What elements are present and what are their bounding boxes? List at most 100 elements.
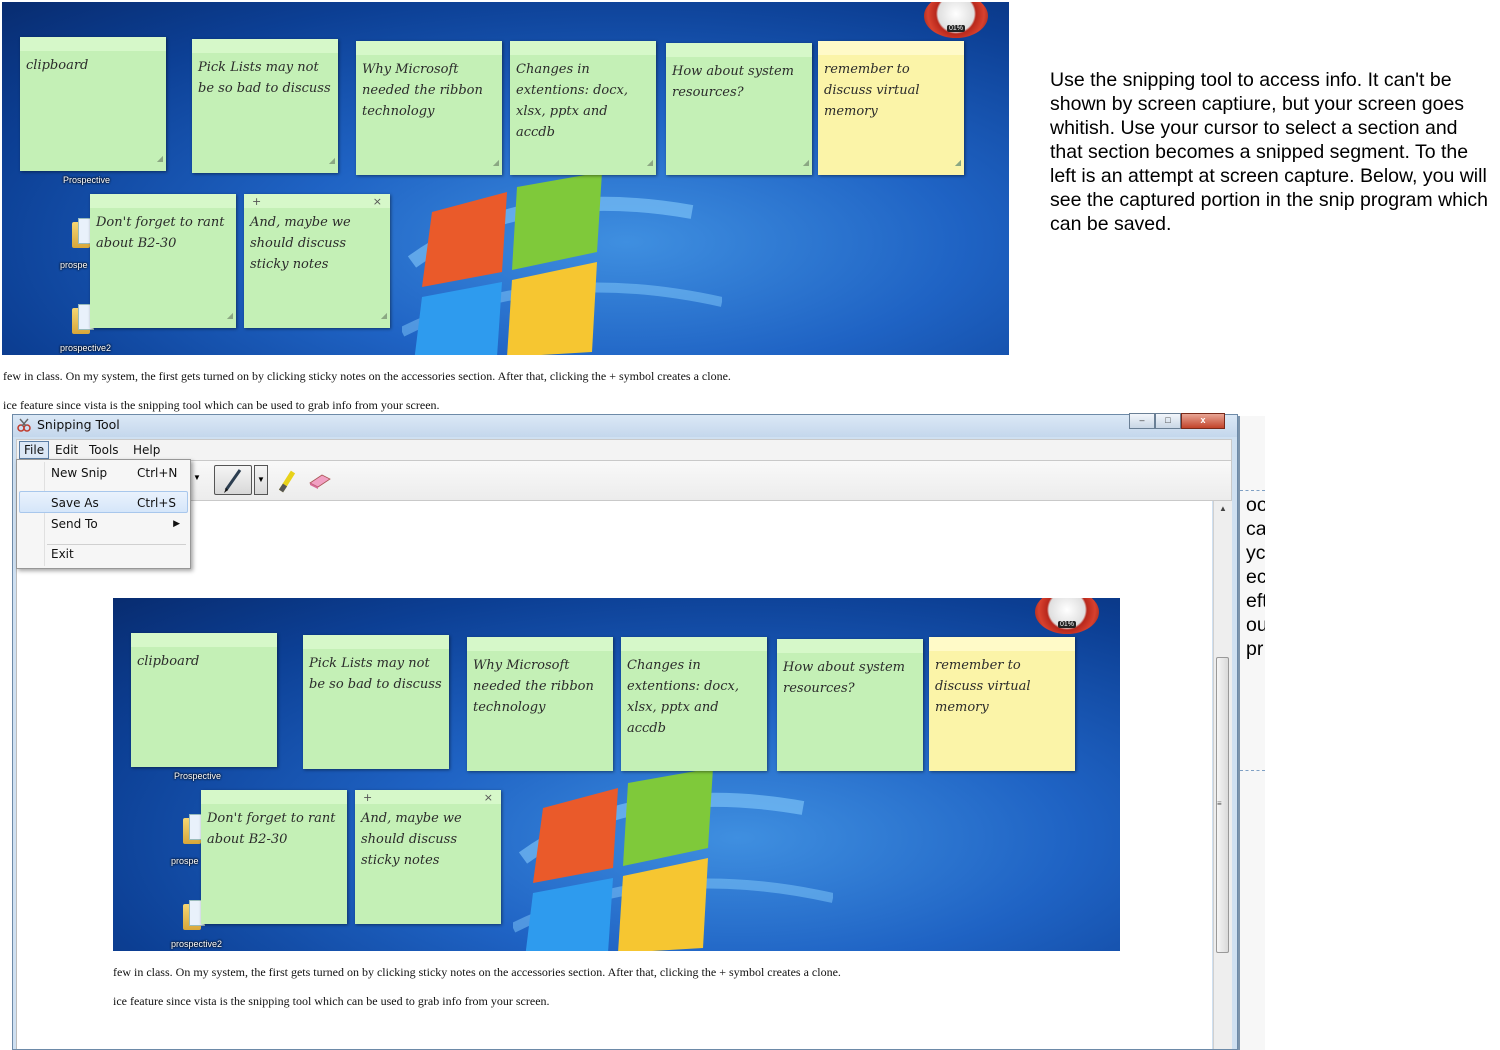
text-fragment: pr [1246, 638, 1264, 660]
new-note-plus-icon: + [363, 791, 373, 804]
menu-file[interactable]: File [19, 441, 50, 459]
sticky-note[interactable]: Pick Lists may not be so bad to discuss … [192, 39, 338, 173]
maximize-button[interactable]: □ [1155, 413, 1181, 429]
cpu-meter-gadget[interactable]: 01% [924, 2, 988, 38]
document-text-line: few in class. On my system, the first ge… [3, 369, 731, 383]
background-document-fragment: oo ca yc ec eft ou pr [1238, 416, 1265, 1050]
pen-dropdown-chevron-icon[interactable]: ▼ [254, 465, 268, 495]
resize-grip-icon[interactable]: ◢ [381, 305, 387, 326]
snip-canvas[interactable]: 01% clipboard Pick Lists may not be so b… [16, 501, 1212, 1049]
sticky-note[interactable]: clipboard ◢ [20, 37, 166, 171]
document-text-line: ice feature since vista is the snipping … [113, 994, 550, 1008]
pen-button[interactable] [214, 465, 252, 495]
note-text: Why Microsoft needed the ribbon technolo… [362, 62, 483, 119]
close-button[interactable]: x [1181, 413, 1225, 429]
scissors-icon [17, 418, 31, 432]
sticky-note: clipboard [131, 633, 277, 767]
sticky-note: How about system resources? [777, 639, 923, 771]
resize-grip-icon[interactable]: ◢ [329, 150, 335, 171]
gadget-percent: 01% [946, 25, 966, 32]
note-text: Pick Lists may not be so bad to discuss [198, 60, 331, 96]
sticky-note[interactable]: How about system resources? ◢ [666, 43, 812, 175]
gadget-percent: 01% [1057, 621, 1077, 628]
sticky-note-active[interactable]: + × And, maybe we should discuss sticky … [244, 194, 390, 328]
desktop-screenshot: 01% clipboard ◢ Pick Lists may not be so… [2, 2, 1009, 355]
sticky-note-yellow: remember to discuss virtual memory [929, 637, 1075, 771]
sticky-note[interactable]: Changes in extentions: docx, xlsx, pptx … [510, 41, 656, 175]
file-menu-dropdown: New Snip Ctrl+N Save As Ctrl+S Send To ▶… [16, 459, 191, 569]
note-text: remember to discuss virtual memory [824, 62, 920, 119]
toolbar: ▼ ▼ [16, 461, 1232, 501]
vertical-scrollbar[interactable]: ▲ ≡ [1213, 501, 1232, 1049]
menu-edit[interactable]: Edit [51, 442, 82, 458]
desktop-label[interactable]: prospe [60, 260, 88, 270]
resize-grip-icon[interactable]: ◢ [955, 152, 961, 173]
note-text: Pick Lists may not be so bad to discuss [309, 656, 442, 692]
resize-grip-icon[interactable]: ◢ [647, 152, 653, 173]
menu-item-label: Send To [51, 517, 98, 531]
submenu-arrow-icon: ▶ [173, 519, 180, 529]
note-text: And, maybe we should discuss sticky note… [250, 215, 351, 272]
highlighter-icon[interactable] [276, 469, 298, 493]
chevron-down-icon[interactable]: ▼ [193, 473, 201, 482]
pen-icon [224, 469, 242, 493]
sticky-note-yellow[interactable]: remember to discuss virtual memory ◢ [818, 41, 964, 175]
text-fragment: yc [1246, 542, 1265, 564]
menu-item-label: Exit [51, 547, 74, 561]
note-text: Changes in extentions: docx, xlsx, pptx … [627, 658, 739, 736]
resize-grip-icon[interactable]: ◢ [157, 148, 163, 169]
menu-tools[interactable]: Tools [85, 442, 123, 458]
new-note-plus-icon[interactable]: + [252, 196, 261, 208]
note-text: clipboard [26, 58, 89, 73]
menu-help[interactable]: Help [129, 442, 164, 458]
window-controls: – □ x [1129, 413, 1225, 429]
scrollbar-grip-icon: ≡ [1217, 799, 1222, 808]
menu-item-new-snip[interactable]: New Snip Ctrl+N [19, 462, 188, 484]
desktop-label: Prospective [174, 771, 222, 781]
text-fragment: ca [1246, 518, 1265, 540]
note-text: How about system resources? [783, 660, 905, 696]
eraser-icon[interactable] [308, 473, 332, 489]
sticky-note: Why Microsoft needed the ribbon technolo… [467, 637, 613, 771]
desktop-label: prospe [171, 856, 199, 866]
menu-item-send-to[interactable]: Send To ▶ [19, 513, 188, 535]
close-note-icon: × [483, 791, 493, 804]
menu-item-save-as[interactable]: Save As Ctrl+S [19, 491, 188, 513]
desktop-label[interactable]: Prospective [63, 175, 110, 185]
minimize-button[interactable]: – [1129, 413, 1155, 429]
instructions-text: Use the snipping tool to access info. It… [1050, 69, 1488, 235]
text-fragment: ou [1246, 614, 1265, 636]
note-text: And, maybe we should discuss sticky note… [361, 811, 462, 868]
sticky-note[interactable]: Why Microsoft needed the ribbon technolo… [356, 41, 502, 175]
resize-grip-icon[interactable]: ◢ [227, 305, 233, 326]
sticky-note: Changes in extentions: docx, xlsx, pptx … [621, 637, 767, 771]
captured-desktop-image: 01% clipboard Pick Lists may not be so b… [113, 598, 1120, 951]
document-text-line: few in class. On my system, the first ge… [113, 965, 841, 979]
window-title: Snipping Tool [37, 417, 120, 432]
desktop-label[interactable]: prospective2 [60, 343, 111, 353]
desktop-label: prospective2 [171, 939, 223, 949]
cpu-meter-gadget: 01% [1035, 598, 1099, 634]
snipping-tool-window[interactable]: Snipping Tool – □ x File Edit Tools Help… [12, 413, 1238, 1050]
sticky-note-active: + × And, maybe we should discuss sticky … [355, 790, 501, 924]
menu-item-shortcut: Ctrl+S [137, 496, 177, 510]
note-text: clipboard [137, 654, 200, 669]
text-fragment: ec [1246, 566, 1265, 588]
sticky-note[interactable]: Don't forget to rant about B2-30 ◢ [90, 194, 236, 328]
document-text-line: ice feature since vista is the snipping … [3, 398, 440, 412]
text-fragment: oo [1246, 494, 1265, 516]
menu-item-shortcut: Ctrl+N [137, 466, 178, 480]
window-titlebar[interactable]: Snipping Tool – □ x [13, 413, 1237, 437]
resize-grip-icon[interactable]: ◢ [493, 152, 499, 173]
note-text: remember to discuss virtual memory [935, 658, 1031, 715]
sticky-note: Don't forget to rant about B2-30 [201, 790, 347, 924]
scroll-up-arrow-icon[interactable]: ▲ [1214, 501, 1232, 517]
close-note-icon[interactable]: × [373, 196, 382, 208]
sticky-note: Pick Lists may not be so bad to discuss [303, 635, 449, 769]
note-text: Don't forget to rant about B2-30 [96, 215, 225, 251]
note-titlebar: + × [363, 792, 493, 804]
menu-item-exit[interactable]: Exit [19, 543, 188, 565]
note-text: Changes in extentions: docx, xlsx, pptx … [516, 62, 628, 140]
menu-item-label: Save As [51, 496, 99, 510]
resize-grip-icon[interactable]: ◢ [803, 152, 809, 173]
